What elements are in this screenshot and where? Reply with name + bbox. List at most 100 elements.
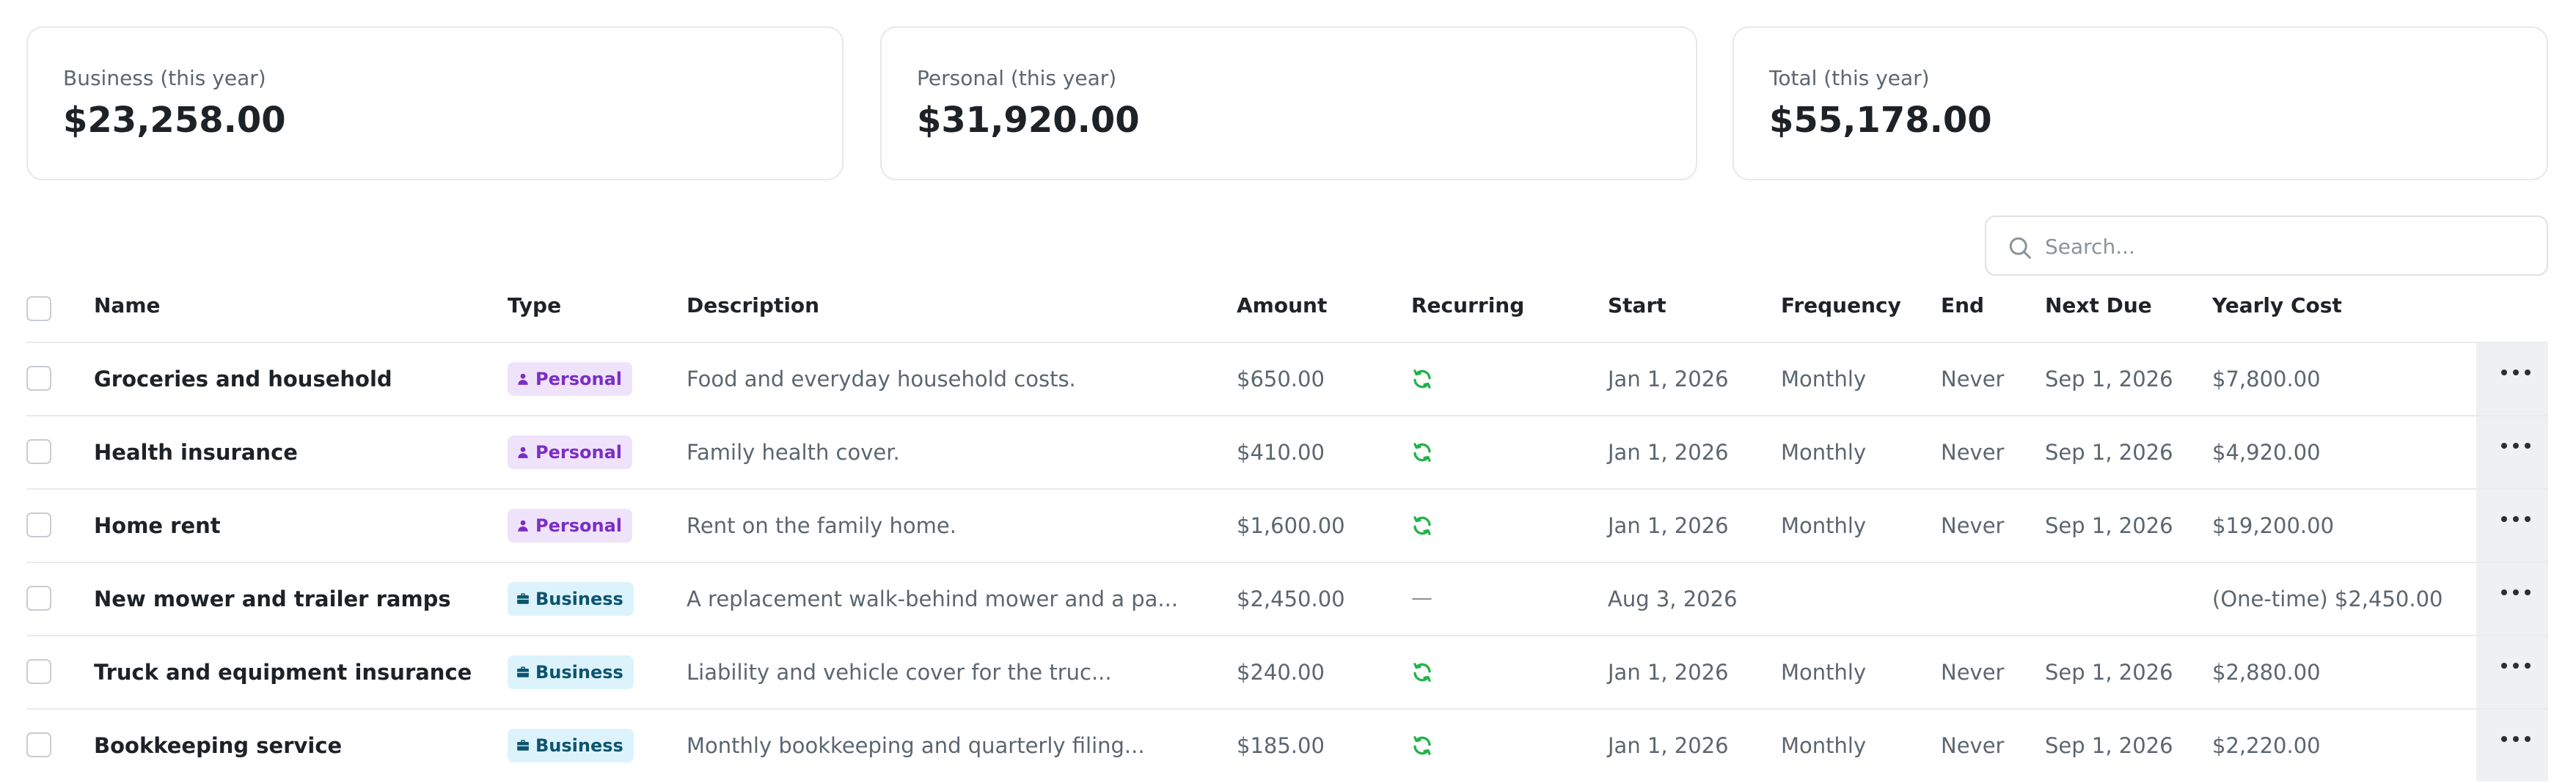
more-horizontal-icon[interactable]	[2501, 589, 2531, 598]
row-start: Jan 1, 2026	[1608, 513, 1729, 538]
row-next-due: Sep 1, 2026	[2045, 513, 2173, 538]
table-row[interactable]: Health insurance Personal Family health co…	[26, 415, 2548, 490]
row-description: Monthly bookkeeping and quarterly filing…	[687, 733, 1145, 758]
table-row[interactable]: Home rent Personal Rent on the family home…	[26, 488, 2548, 563]
column-header-frequency[interactable]: Frequency	[1781, 293, 1901, 320]
type-badge-label: Personal	[535, 369, 622, 389]
type-badge: Business	[508, 729, 634, 762]
search-icon	[2009, 237, 2031, 259]
summary-value: $31,920.00	[917, 100, 1140, 141]
summary-label: Personal (this year)	[917, 66, 1117, 90]
summary-label: Business (this year)	[63, 66, 266, 90]
row-amount: $2,450.00	[1237, 587, 1345, 611]
type-badge-label: Personal	[535, 442, 622, 463]
more-horizontal-icon[interactable]	[2501, 663, 2531, 672]
column-header-description[interactable]: Description	[687, 293, 819, 320]
row-description: A replacement walk-behind mower and a pa…	[687, 587, 1179, 611]
table-row[interactable]: Truck and equipment insurance Business Lia…	[26, 635, 2548, 710]
row-yearly-cost: $2,220.00	[2212, 733, 2321, 758]
row-start: Jan 1, 2026	[1608, 660, 1729, 685]
column-header-name[interactable]: Name	[94, 293, 161, 320]
type-badge: Personal	[508, 435, 632, 469]
type-badge: Business	[508, 582, 634, 616]
summary-value: $23,258.00	[63, 100, 286, 141]
row-name: New mower and trailer ramps	[94, 587, 451, 611]
type-badge-label: Business	[535, 589, 623, 609]
summary-card-personal: Personal (this year) $31,920.00	[880, 26, 1697, 180]
summary-card-total: Total (this year) $55,178.00	[1732, 26, 2548, 180]
select-all-checkbox[interactable]	[26, 296, 51, 321]
column-header-yearly-cost[interactable]: Yearly Cost	[2212, 293, 2342, 320]
row-yearly-cost: $4,920.00	[2212, 440, 2321, 465]
row-checkbox[interactable]	[26, 659, 51, 684]
row-amount: $650.00	[1237, 367, 1325, 392]
column-header-recurring[interactable]: Recurring	[1411, 293, 1524, 320]
row-checkbox[interactable]	[26, 586, 51, 611]
row-start: Aug 3, 2026	[1608, 587, 1738, 611]
search-box[interactable]	[1985, 216, 2548, 276]
person-icon	[516, 519, 530, 532]
row-end: Never	[1941, 513, 2005, 538]
row-description: Food and everyday household costs.	[687, 367, 1076, 392]
summary-value: $55,178.00	[1769, 100, 1992, 141]
row-start: Jan 1, 2026	[1608, 367, 1729, 392]
row-name: Truck and equipment insurance	[94, 660, 472, 685]
type-badge-label: Personal	[535, 515, 622, 536]
more-horizontal-icon[interactable]	[2501, 443, 2531, 452]
row-yearly-cost: $2,880.00	[2212, 660, 2321, 685]
column-header-start[interactable]: Start	[1608, 293, 1666, 320]
row-start: Jan 1, 2026	[1608, 440, 1729, 465]
search-input[interactable]	[2045, 227, 2529, 265]
row-end: Never	[1941, 440, 2005, 465]
row-name: Home rent	[94, 513, 221, 538]
row-next-due: Sep 1, 2026	[2045, 440, 2173, 465]
row-next-due: Sep 1, 2026	[2045, 367, 2173, 392]
type-badge: Personal	[508, 362, 632, 396]
column-header-amount[interactable]: Amount	[1237, 293, 1327, 320]
row-amount: $240.00	[1237, 660, 1325, 685]
row-description: Liability and vehicle cover for the truc…	[687, 660, 1112, 685]
row-end: Never	[1941, 733, 2005, 758]
table-row[interactable]: New mower and trailer ramps Business A rep…	[26, 562, 2548, 636]
more-horizontal-icon[interactable]	[2501, 736, 2531, 745]
row-checkbox[interactable]	[26, 439, 51, 464]
row-name: Health insurance	[94, 440, 298, 465]
row-next-due: Sep 1, 2026	[2045, 660, 2173, 685]
row-frequency: Monthly	[1781, 440, 1867, 465]
column-header-type[interactable]: Type	[508, 293, 561, 320]
row-frequency: Monthly	[1781, 733, 1867, 758]
row-frequency: Monthly	[1781, 513, 1867, 538]
type-badge-label: Business	[535, 735, 623, 756]
refresh-icon	[1411, 368, 1433, 390]
more-horizontal-icon[interactable]	[2501, 516, 2531, 525]
type-badge-label: Business	[535, 662, 623, 683]
not-recurring-dash: —	[1411, 585, 1432, 610]
person-icon	[516, 446, 530, 459]
column-header-end[interactable]: End	[1941, 293, 1984, 320]
table-row[interactable]: Groceries and household Personal Food and …	[26, 342, 2548, 416]
row-amount: $1,600.00	[1237, 513, 1345, 538]
column-header-next-due[interactable]: Next Due	[2045, 293, 2152, 320]
row-yearly-cost: (One-time) $2,450.00	[2212, 587, 2443, 611]
refresh-icon	[1411, 661, 1433, 683]
row-description: Family health cover.	[687, 440, 900, 465]
row-checkbox[interactable]	[26, 512, 51, 537]
more-horizontal-icon[interactable]	[2501, 370, 2531, 378]
refresh-icon	[1411, 515, 1433, 537]
briefcase-icon	[516, 739, 530, 752]
row-yearly-cost: $19,200.00	[2212, 513, 2335, 538]
briefcase-icon	[516, 592, 530, 606]
refresh-icon	[1411, 441, 1433, 463]
row-description: Rent on the family home.	[687, 513, 956, 538]
row-next-due: Sep 1, 2026	[2045, 733, 2173, 758]
type-badge: Personal	[508, 509, 632, 543]
row-name: Groceries and household	[94, 367, 392, 392]
row-checkbox[interactable]	[26, 366, 51, 391]
refresh-icon	[1411, 735, 1433, 757]
summary-card-business: Business (this year) $23,258.00	[26, 26, 844, 180]
row-yearly-cost: $7,800.00	[2212, 367, 2321, 392]
row-frequency: Monthly	[1781, 660, 1867, 685]
table-row[interactable]: Bookkeeping service Business Monthly bookk…	[26, 708, 2548, 783]
row-end: Never	[1941, 367, 2005, 392]
row-checkbox[interactable]	[26, 732, 51, 757]
